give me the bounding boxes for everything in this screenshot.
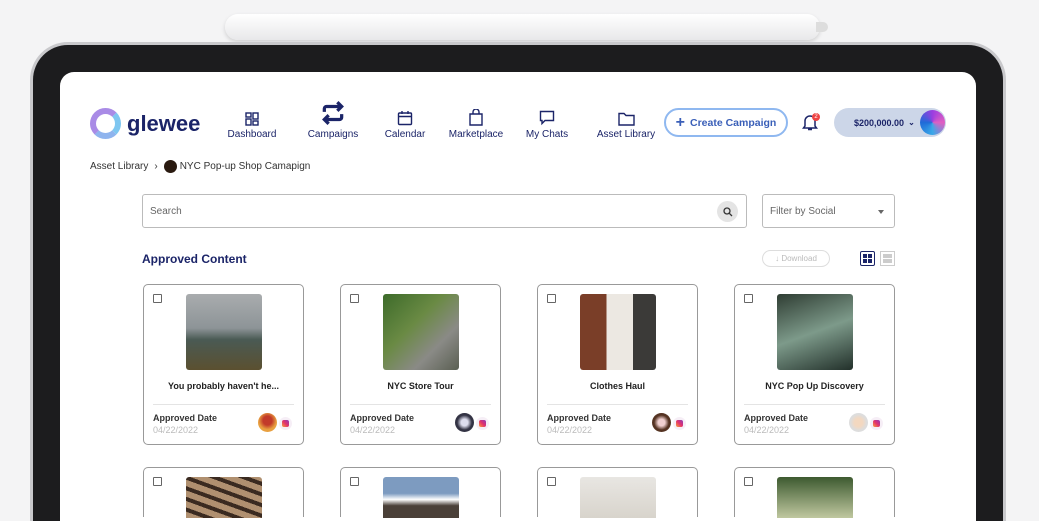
content-thumbnail[interactable] xyxy=(383,294,459,370)
chevron-right-icon: › xyxy=(154,161,158,172)
divider xyxy=(744,404,885,405)
nav-dashboard[interactable]: Dashboard xyxy=(222,96,282,140)
content-thumbnail[interactable] xyxy=(186,294,262,370)
content-title: Clothes Haul xyxy=(589,381,645,391)
calendar-icon xyxy=(397,111,413,126)
creator-avatar[interactable] xyxy=(849,413,868,432)
content-thumbnail[interactable] xyxy=(186,477,262,518)
content-thumbnail[interactable] xyxy=(383,477,459,518)
approved-date-label: Approved Date xyxy=(153,413,218,423)
brand-name: glewee xyxy=(127,110,201,136)
nav-label: Dashboard xyxy=(227,129,277,140)
content-card[interactable] xyxy=(143,467,304,518)
approved-date-value: 04/22/2022 xyxy=(744,425,790,435)
search-icon xyxy=(722,206,732,216)
list-view-toggle[interactable] xyxy=(880,251,895,266)
select-checkbox[interactable] xyxy=(350,477,359,486)
breadcrumb-current: NYC Pop-up Shop Camapign xyxy=(179,161,311,172)
shopping-bag-icon xyxy=(469,109,483,126)
dashboard-icon xyxy=(245,112,259,126)
search-placeholder: Search xyxy=(150,206,182,217)
content-thumbnail[interactable] xyxy=(777,294,853,370)
creator-avatar[interactable] xyxy=(258,413,277,432)
instagram-icon xyxy=(673,417,686,430)
breadcrumb-root-link[interactable]: Asset Library xyxy=(90,161,148,172)
breadcrumb: Asset Library › NYC Pop-up Shop Camapign xyxy=(90,160,310,173)
glewee-logo-icon xyxy=(90,108,121,139)
stylus-pencil xyxy=(225,14,828,40)
brand-logo[interactable]: glewee xyxy=(90,108,200,139)
approved-date-value: 04/22/2022 xyxy=(153,425,199,435)
nav-calendar[interactable]: Calendar xyxy=(376,96,434,140)
content-card[interactable]: You probably haven't he... Approved Date… xyxy=(143,284,304,445)
creator-avatar[interactable] xyxy=(652,413,671,432)
approved-date-value: 04/22/2022 xyxy=(547,425,593,435)
filter-placeholder: Filter by Social xyxy=(770,206,836,217)
folder-icon xyxy=(617,112,635,126)
nav-label: My Chats xyxy=(525,129,569,140)
instagram-icon xyxy=(476,417,489,430)
content-title: You probably haven't he... xyxy=(168,381,279,391)
approved-date-label: Approved Date xyxy=(350,413,415,423)
filter-by-social-select[interactable]: Filter by Social xyxy=(762,194,895,228)
divider xyxy=(350,404,491,405)
content-card[interactable] xyxy=(734,467,895,518)
nav-label: Calendar xyxy=(384,129,426,140)
content-thumbnail[interactable] xyxy=(580,477,656,518)
nav-label: Campaigns xyxy=(307,129,359,140)
main-nav: Dashboard Campaigns Calendar Marketplace… xyxy=(220,96,666,140)
nav-my-chats[interactable]: My Chats xyxy=(516,96,578,140)
search-button[interactable] xyxy=(717,201,738,222)
select-checkbox[interactable] xyxy=(350,294,359,303)
download-label: Download xyxy=(781,254,817,263)
divider xyxy=(153,404,294,405)
approved-date-value: 04/22/2022 xyxy=(350,425,396,435)
repeat-icon xyxy=(322,101,344,125)
select-checkbox[interactable] xyxy=(153,294,162,303)
approved-date-label: Approved Date xyxy=(547,413,612,423)
select-checkbox[interactable] xyxy=(744,294,753,303)
app-screen: glewee Dashboard Campaigns Calendar Mark… xyxy=(60,72,976,521)
nav-label: Asset Library xyxy=(596,129,656,140)
content-title: NYC Pop Up Discovery xyxy=(765,381,864,391)
dropdown-caret-icon xyxy=(878,210,884,217)
notification-badge: 2 xyxy=(812,113,820,121)
content-thumbnail[interactable] xyxy=(580,294,656,370)
select-checkbox[interactable] xyxy=(547,294,556,303)
select-checkbox[interactable] xyxy=(744,477,753,486)
create-campaign-label: Create Campaign xyxy=(689,116,777,129)
download-button[interactable]: ↓ Download xyxy=(762,250,830,267)
content-thumbnail[interactable] xyxy=(777,477,853,518)
instagram-icon xyxy=(279,417,292,430)
nav-label: Marketplace xyxy=(448,129,504,140)
creator-avatar[interactable] xyxy=(455,413,474,432)
content-card[interactable]: NYC Pop Up Discovery Approved Date 04/22… xyxy=(734,284,895,445)
instagram-icon xyxy=(870,417,883,430)
nav-marketplace[interactable]: Marketplace xyxy=(436,96,516,140)
content-title: NYC Store Tour xyxy=(387,381,454,391)
create-campaign-button[interactable]: + Create Campaign xyxy=(664,108,788,137)
grid-view-toggle[interactable] xyxy=(860,251,875,266)
chevron-down-icon: ⌄ xyxy=(908,118,915,127)
divider xyxy=(547,404,688,405)
chat-icon xyxy=(539,110,555,126)
campaign-avatar xyxy=(163,160,177,173)
select-checkbox[interactable] xyxy=(153,477,162,486)
select-checkbox[interactable] xyxy=(547,477,556,486)
search-input[interactable]: Search xyxy=(142,194,747,228)
content-card[interactable] xyxy=(340,467,501,518)
balance-value: $200,000.00 xyxy=(854,117,905,128)
content-card[interactable]: NYC Store Tour Approved Date 04/22/2022 xyxy=(340,284,501,445)
user-avatar[interactable] xyxy=(920,110,945,135)
plus-icon: + xyxy=(675,113,685,131)
nav-asset-library[interactable]: Asset Library xyxy=(586,96,666,140)
content-card[interactable]: Clothes Haul Approved Date 04/22/2022 xyxy=(537,284,698,445)
section-title: Approved Content xyxy=(142,252,247,266)
nav-campaigns[interactable]: Campaigns xyxy=(290,96,376,140)
approved-date-label: Approved Date xyxy=(744,413,809,423)
content-card[interactable] xyxy=(537,467,698,518)
